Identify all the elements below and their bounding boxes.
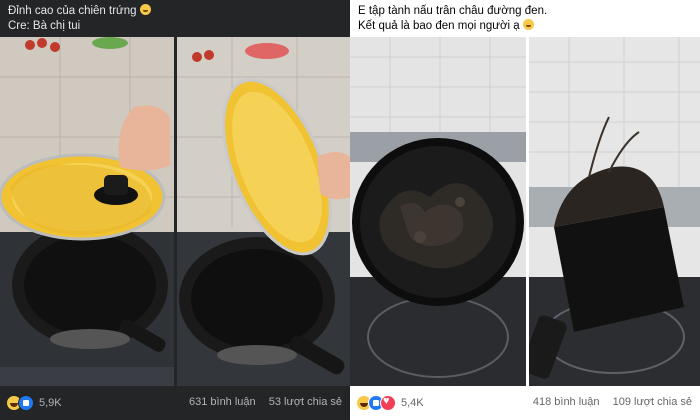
love-reaction-icon (380, 395, 396, 411)
egg-pan-lid-photo[interactable] (0, 37, 174, 386)
post-footer: 5,9K 631 bình luận 53 lượt chia sẻ (0, 390, 350, 420)
like-reaction-icon (18, 395, 34, 411)
post-caption: Đỉnh cao của chiên trứng Cre: Bà chị tui (8, 4, 342, 34)
reaction-count: 5,4K (401, 397, 424, 409)
post-caption: E tập tành nấu trân châu đường đen. Kết … (358, 4, 692, 34)
caption-line-1: E tập tành nấu trân châu đường đen. (358, 5, 548, 17)
reaction-summary[interactable]: 5,9K (6, 395, 62, 411)
post-photos (350, 37, 700, 386)
post-stats: 631 bình luận 53 lượt chia sẻ (189, 396, 342, 408)
post-black-sugar-pearls: E tập tành nấu trân châu đường đen. Kết … (350, 0, 700, 420)
sweat-smile-emoji-icon (522, 19, 534, 30)
shares-link[interactable]: 53 lượt chia sẻ (269, 396, 342, 408)
caption-line-2: Kết quả là bao đen mọi người ạ (358, 20, 520, 32)
meme-collage: Đỉnh cao của chiên trứng Cre: Bà chị tui (0, 0, 700, 420)
shares-link[interactable]: 109 lượt chia sẻ (613, 396, 692, 408)
caption-line-1: Đỉnh cao của chiên trứng (8, 5, 137, 17)
post-stats: 418 bình luận 109 lượt chia sẻ (533, 396, 692, 408)
burnt-pot-side-photo[interactable] (529, 37, 700, 386)
egg-lid-tilted-photo[interactable] (177, 37, 350, 386)
comments-link[interactable]: 631 bình luận (189, 396, 256, 408)
post-egg-frying: Đỉnh cao của chiên trứng Cre: Bà chị tui (0, 0, 350, 420)
burnt-pot-top-photo[interactable] (350, 37, 526, 386)
reaction-count: 5,9K (39, 397, 62, 409)
post-footer: 5,4K 418 bình luận 109 lượt chia sẻ (350, 390, 700, 420)
reaction-summary[interactable]: 5,4K (356, 395, 424, 411)
laughing-emoji-icon (139, 4, 151, 15)
comments-link[interactable]: 418 bình luận (533, 396, 600, 408)
post-photos (0, 37, 350, 386)
caption-line-2: Cre: Bà chị tui (8, 20, 81, 32)
